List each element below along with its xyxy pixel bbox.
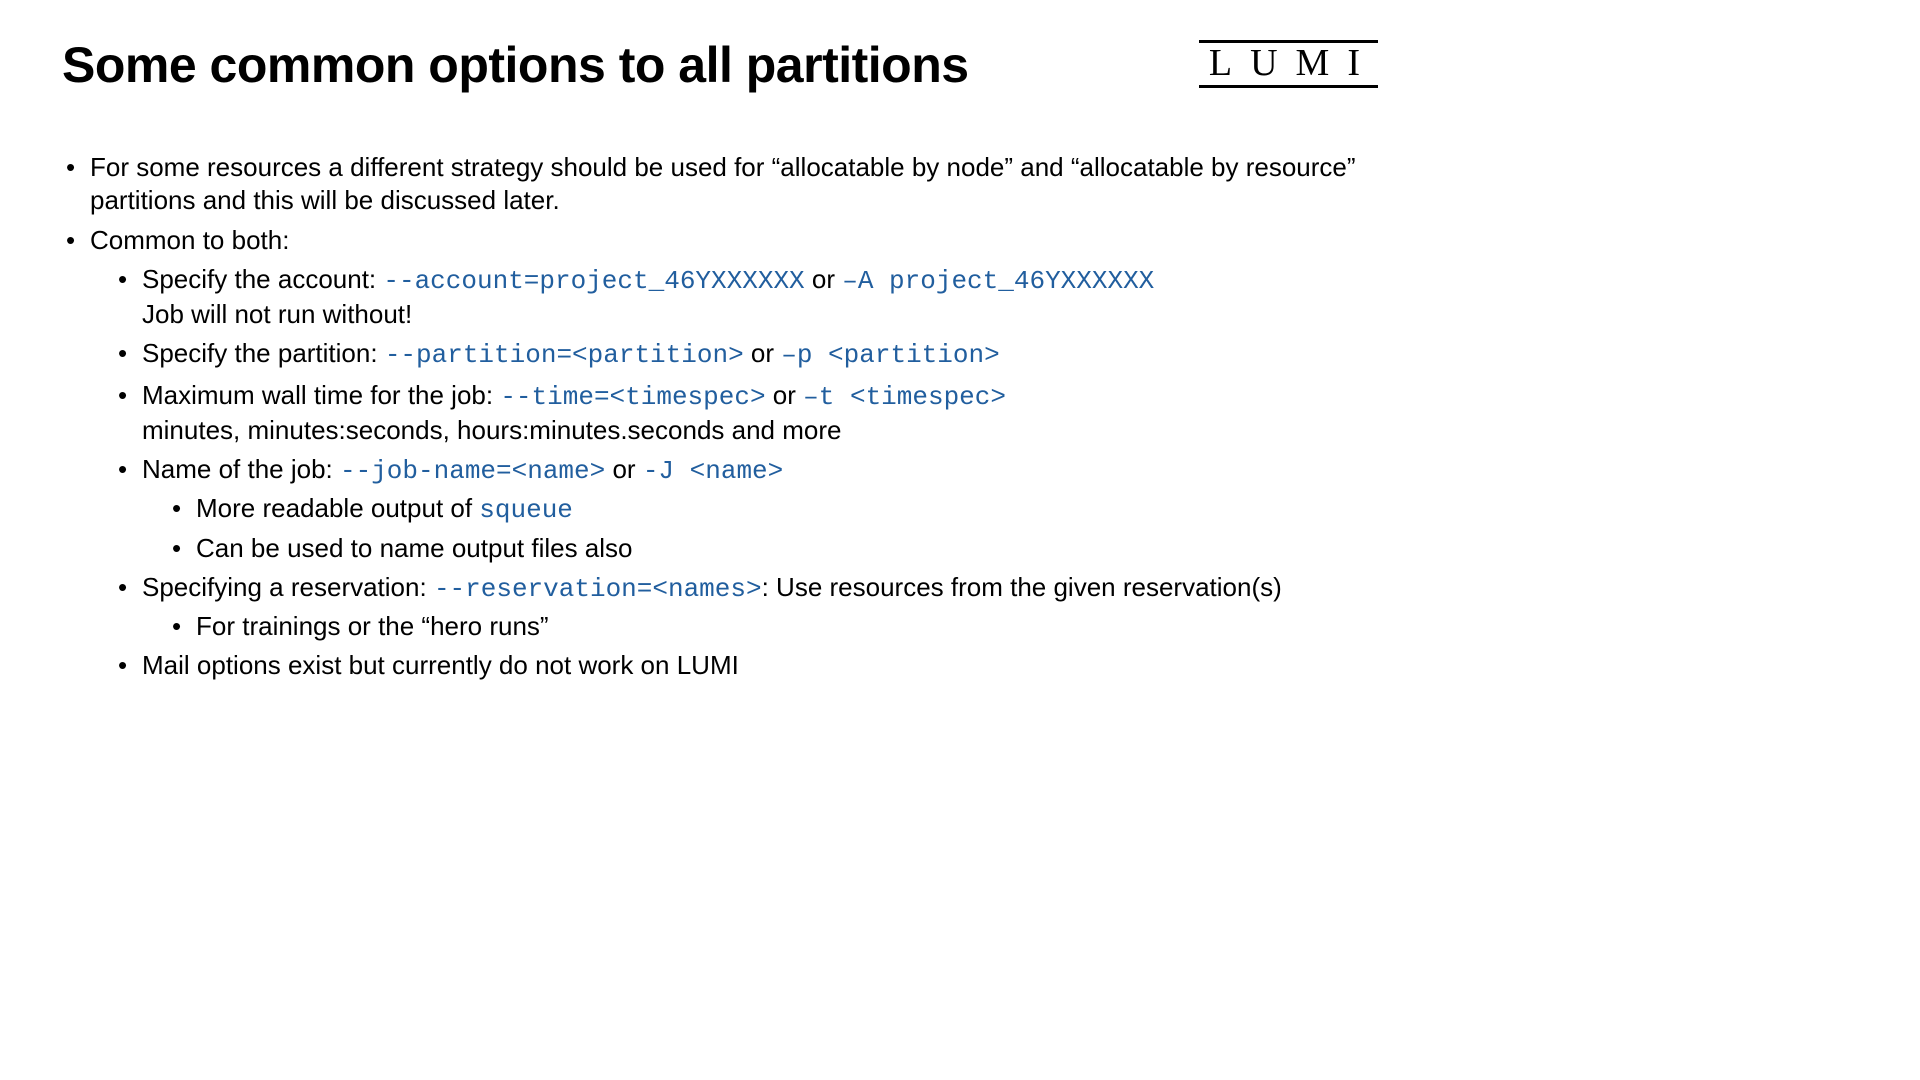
text-continuation: minutes, minutes:seconds, hours:minutes.…: [142, 414, 1378, 447]
slide-content: For some resources a different strategy …: [62, 151, 1378, 683]
bullet-reservation: Specifying a reservation: --reservation=…: [116, 571, 1378, 644]
code-jobname-short: -J <name>: [643, 456, 783, 486]
code-squeue: squeue: [479, 495, 573, 525]
text: Common to both:: [90, 225, 289, 255]
text-continuation: Job will not run without!: [142, 298, 1378, 331]
text: Specifying a reservation:: [142, 572, 434, 602]
bullet-mail-options: Mail options exist but currently do not …: [116, 649, 1378, 682]
slide-title: Some common options to all partitions: [62, 38, 969, 93]
lumi-logo: LUMI: [1199, 40, 1378, 88]
slide: Some common options to all partitions LU…: [0, 0, 1440, 729]
text: or: [766, 380, 804, 410]
code-account-long: --account=project_46YXXXXXX: [383, 266, 804, 296]
code-time-short: –t <timespec>: [803, 382, 1006, 412]
text: For some resources a different strategy …: [90, 152, 1356, 215]
bullet-common-to-both: Common to both: Specify the account: --a…: [62, 224, 1378, 683]
text: Maximum wall time for the job:: [142, 380, 500, 410]
text: or: [805, 264, 843, 294]
code-partition-long: --partition=<partition>: [385, 340, 744, 370]
code-partition-short: –p <partition>: [781, 340, 999, 370]
bullet-partition: Specify the partition: --partition=<part…: [116, 337, 1378, 372]
text: Can be used to name output files also: [196, 533, 633, 563]
text: Name of the job:: [142, 454, 340, 484]
bullet-hero-runs: For trainings or the “hero runs”: [170, 610, 1378, 643]
bullet-squeue: More readable output of squeue: [170, 492, 1378, 527]
bullet-account: Specify the account: --account=project_4…: [116, 263, 1378, 332]
text: Specify the partition:: [142, 338, 385, 368]
bullet-job-name: Name of the job: --job-name=<name> or -J…: [116, 453, 1378, 565]
text: Specify the account:: [142, 264, 383, 294]
text: For trainings or the “hero runs”: [196, 611, 549, 641]
code-reservation: --reservation=<names>: [434, 574, 762, 604]
code-jobname-long: --job-name=<name>: [340, 456, 605, 486]
code-account-short: –A project_46YXXXXXX: [842, 266, 1154, 296]
text: Mail options exist but currently do not …: [142, 650, 739, 680]
bullet-output-files: Can be used to name output files also: [170, 532, 1378, 565]
bullet-time: Maximum wall time for the job: --time=<t…: [116, 379, 1378, 448]
text: or: [744, 338, 782, 368]
code-time-long: --time=<timespec>: [500, 382, 765, 412]
text: or: [605, 454, 643, 484]
bullet-strategy-note: For some resources a different strategy …: [62, 151, 1378, 218]
text: : Use resources from the given reservati…: [762, 572, 1282, 602]
header: Some common options to all partitions LU…: [62, 38, 1378, 93]
text: More readable output of: [196, 493, 479, 523]
